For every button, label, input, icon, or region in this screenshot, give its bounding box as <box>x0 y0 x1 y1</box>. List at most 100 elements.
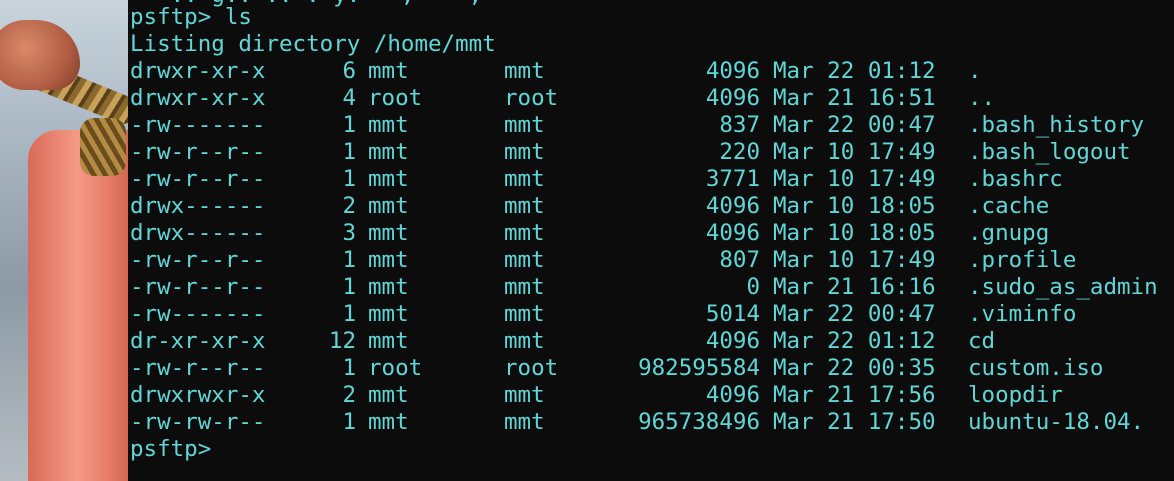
entry-permissions: -rw-r--r-- <box>130 166 266 192</box>
entry-link-count: 3 <box>342 220 356 246</box>
entry-link-count: 1 <box>342 247 356 273</box>
entry-owner: mmt <box>368 193 409 219</box>
entry-permissions: -rw-r--r-- <box>130 139 266 165</box>
entry-permissions: drwxr-xr-x <box>130 85 266 111</box>
entry-link-count: 2 <box>342 193 356 219</box>
entry-owner: mmt <box>368 301 409 327</box>
command-line: psftp> ls <box>130 4 252 31</box>
entry-date: Mar 22 01:12 <box>773 328 936 354</box>
entry-permissions: -rw------- <box>130 112 266 138</box>
listing-row: -rw------- 1 mmt mmt 5014 Mar 22 00:47 .viminf… <box>130 301 1174 328</box>
entry-permissions: -rw-r--r-- <box>130 274 266 300</box>
listing-row: -rw-r--r-- 1 mmt mmt 0 Mar 21 16:16 .sudo_as_a… <box>130 274 1174 301</box>
command-text: ls <box>224 4 252 30</box>
entry-group: mmt <box>504 166 545 192</box>
entry-owner: mmt <box>368 274 409 300</box>
entry-size: 0 <box>746 274 760 300</box>
entry-group: mmt <box>504 112 545 138</box>
entry-owner: mmt <box>368 247 409 273</box>
entry-size: 4096 <box>705 58 760 84</box>
entry-owner: mmt <box>368 220 409 246</box>
entry-size: 837 <box>719 112 760 138</box>
entry-permissions: drwxr-xr-x <box>130 58 266 84</box>
listing-row: dr-xr-xr-x 12 mmt mmt 4096 Mar 22 01:12 cd <box>130 328 1174 355</box>
listing-row: drwxr-xr-x 4 root root 4096 Mar 21 16:51.. <box>130 85 1174 112</box>
entry-group: mmt <box>504 382 545 408</box>
entry-size: 4096 <box>705 193 760 219</box>
entry-owner: mmt <box>368 112 409 138</box>
entry-owner: root <box>368 85 423 111</box>
entry-name: ubuntu-18.04. <box>968 409 1145 435</box>
entry-link-count: 1 <box>342 274 356 300</box>
listing-row: drwx------ 2 mmt mmt 4096 Mar 10 18:05 .cache <box>130 193 1174 220</box>
entry-size: 4096 <box>705 85 760 111</box>
entry-date: Mar 21 16:51 <box>773 85 936 111</box>
entry-link-count: 1 <box>342 166 356 192</box>
entry-date: Mar 22 00:47 <box>773 301 936 327</box>
entry-size: 4096 <box>705 382 760 408</box>
entry-group: mmt <box>504 274 545 300</box>
entry-owner: mmt <box>368 139 409 165</box>
entry-date: Mar 22 00:47 <box>773 112 936 138</box>
psftp-terminal-window[interactable]: .. g.. .. . y. , , psftp> ls Listing dir… <box>128 0 1174 481</box>
listing-row: -rw-r--r-- 1 mmt mmt 807 Mar 10 17:49 .profile <box>130 247 1174 274</box>
listing-row: -rw-r--r-- 1 mmt mmt 220 Mar 10 17:49 .bash_lo… <box>130 139 1174 166</box>
wallpaper-hand-shape <box>0 20 80 90</box>
entry-group: mmt <box>504 139 545 165</box>
entry-date: Mar 22 01:12 <box>773 58 936 84</box>
entry-owner: root <box>368 355 423 381</box>
entry-link-count: 1 <box>342 409 356 435</box>
entry-name: .sudo_as_admin <box>968 274 1158 300</box>
entry-link-count: 6 <box>342 58 356 84</box>
entry-group: mmt <box>504 409 545 435</box>
entry-date: Mar 22 00:35 <box>773 355 936 381</box>
entry-group: root <box>504 85 559 111</box>
entry-permissions: -rw-r--r-- <box>130 355 266 381</box>
entry-date: Mar 10 17:49 <box>773 166 936 192</box>
entry-permissions: drwx------ <box>130 193 266 219</box>
entry-permissions: drwx------ <box>130 220 266 246</box>
entry-link-count: 1 <box>342 139 356 165</box>
entry-name: .. <box>968 85 996 111</box>
entry-date: Mar 10 18:05 <box>773 220 936 246</box>
screen: .. g.. .. . y. , , psftp> ls Listing dir… <box>0 0 1174 481</box>
entry-link-count: 4 <box>342 85 356 111</box>
entry-group: mmt <box>504 247 545 273</box>
entry-group: mmt <box>504 328 545 354</box>
entry-permissions: dr-xr-xr-x <box>130 328 266 354</box>
entry-size: 807 <box>719 247 760 273</box>
listing-row: drwxrwxr-x 2 mmt mmt 4096 Mar 21 17:56 loopdir <box>130 382 1174 409</box>
entry-name: .cache <box>968 193 1050 219</box>
listing-row: -rw-r--r-- 1 root root 982595584 Mar 22 00:35… <box>130 355 1174 382</box>
entry-link-count: 2 <box>342 382 356 408</box>
entry-name: .bashrc <box>968 166 1063 192</box>
entry-name: custom.iso <box>968 355 1104 381</box>
listing-row: -rw------- 1 mmt mmt 837 Mar 22 00:47 .bash_hi… <box>130 112 1174 139</box>
entry-group: mmt <box>504 193 545 219</box>
entry-permissions: drwxrwxr-x <box>130 382 266 408</box>
desktop-wallpaper <box>0 0 128 481</box>
entry-group: mmt <box>504 58 545 84</box>
entry-permissions: -rw------- <box>130 301 266 327</box>
entry-size: 982595584 <box>638 355 760 381</box>
entry-date: Mar 21 17:50 <box>773 409 936 435</box>
entry-link-count: 1 <box>342 112 356 138</box>
prompt: psftp> <box>130 4 225 30</box>
entry-owner: mmt <box>368 382 409 408</box>
entry-name: .profile <box>968 247 1077 273</box>
entry-date: Mar 21 16:16 <box>773 274 936 300</box>
entry-name: . <box>968 58 982 84</box>
entry-permissions: -rw-rw-r-- <box>130 409 266 435</box>
entry-date: Mar 10 18:05 <box>773 193 936 219</box>
final-prompt[interactable]: psftp> <box>130 436 211 463</box>
listing-row: drwx------ 3 mmt mmt 4096 Mar 10 18:05 .gnupg <box>130 220 1174 247</box>
entry-name: loopdir <box>968 382 1063 408</box>
entry-size: 4096 <box>705 220 760 246</box>
listing-header: Listing directory /home/mmt <box>130 31 496 57</box>
entry-name: cd <box>968 328 996 354</box>
entry-size: 5014 <box>705 301 760 327</box>
listing-row: drwxr-xr-x 6 mmt mmt 4096 Mar 22 01:12. <box>130 58 1174 85</box>
entry-link-count: 1 <box>342 301 356 327</box>
listing-row: -rw-r--r-- 1 mmt mmt 3771 Mar 10 17:49 .bashrc <box>130 166 1174 193</box>
entry-name: .viminfo <box>968 301 1077 327</box>
